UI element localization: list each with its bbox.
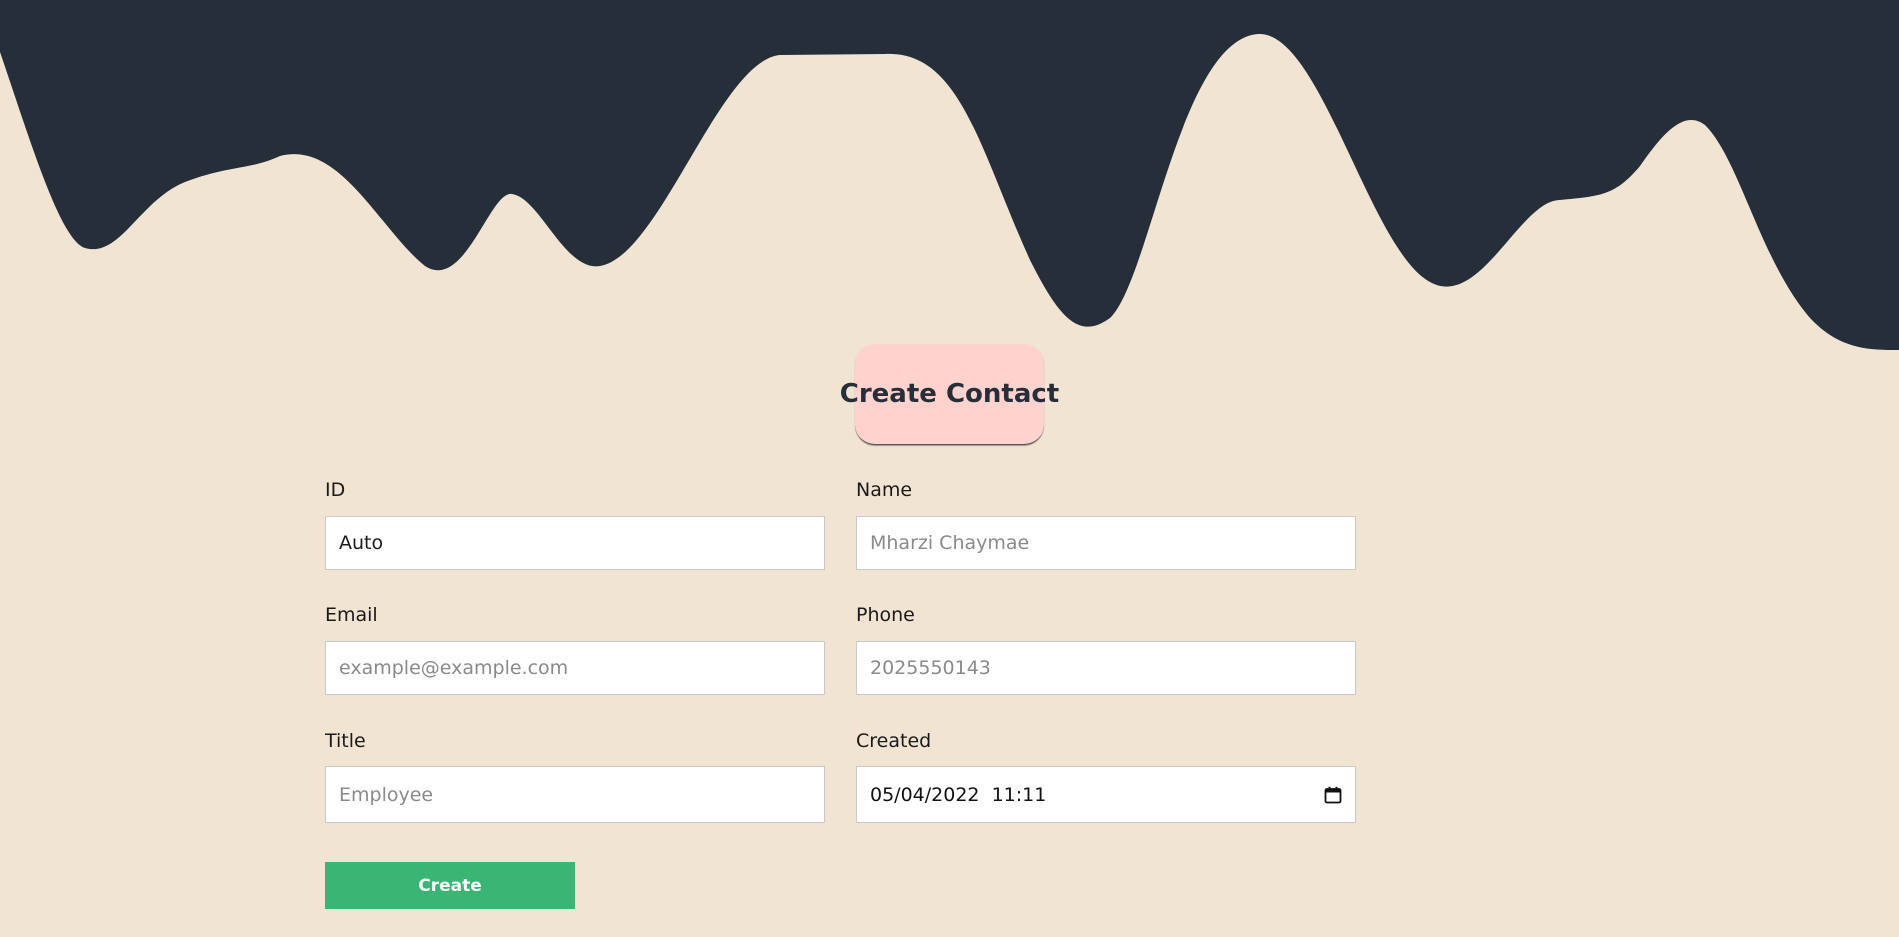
id-label: ID bbox=[325, 479, 346, 501]
calendar-icon[interactable] bbox=[1324, 786, 1342, 804]
phone-input[interactable] bbox=[856, 641, 1356, 695]
name-input[interactable] bbox=[856, 516, 1356, 570]
created-datetime-input[interactable]: 05/04/2022 11:11 bbox=[856, 766, 1356, 823]
page-title: Create Contact bbox=[839, 379, 1060, 409]
page: Create Contact ID Name Email Phone Title… bbox=[0, 0, 1899, 937]
create-button[interactable]: Create bbox=[325, 862, 575, 909]
email-label: Email bbox=[325, 604, 378, 626]
id-input[interactable] bbox=[325, 516, 825, 570]
phone-label: Phone bbox=[856, 604, 915, 626]
title-label: Title bbox=[325, 730, 366, 752]
title-input[interactable] bbox=[325, 766, 825, 823]
page-title-badge: Create Contact bbox=[840, 344, 1059, 445]
created-datetime-value: 05/04/2022 11:11 bbox=[870, 783, 1047, 806]
email-input[interactable] bbox=[325, 641, 825, 695]
created-label: Created bbox=[856, 730, 932, 752]
decorative-wave-background bbox=[0, 0, 1899, 350]
name-label: Name bbox=[856, 479, 913, 501]
